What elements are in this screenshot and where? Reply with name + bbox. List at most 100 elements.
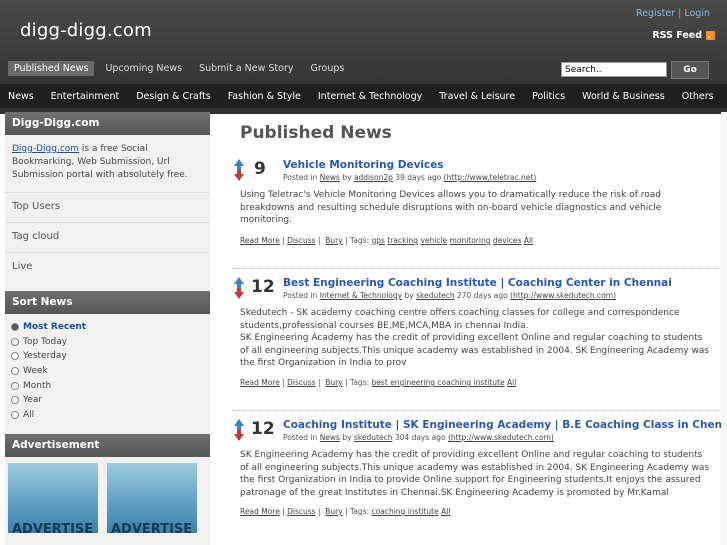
vote-down-icon[interactable] [234,430,244,441]
radio-icon [11,396,19,405]
story-user-link[interactable]: skedutech [354,433,393,442]
category-fashion-style[interactable]: Fashion & Style [228,91,301,102]
vote-up-icon[interactable] [234,159,244,170]
account-links: Register | Login [636,8,710,19]
meta-text: by [402,291,417,300]
story-source-url[interactable]: (http://www.skedutech.com) [510,291,616,300]
story-title[interactable]: Vehicle Monitoring Devices [283,159,444,171]
intro-site-link[interactable]: Digg-Digg.com [12,144,79,154]
discuss-link[interactable]: Discuss [287,378,315,387]
sort-label: All [23,409,35,420]
read-more-link[interactable]: Read More [240,378,280,387]
category-design-crafts[interactable]: Design & Crafts [136,91,210,102]
main-content: Published News 9 Vehicle Monitoring Devi… [232,112,727,516]
advertisement-heading: Advertisement [5,434,210,458]
subnav-published-news[interactable]: Published News [8,61,95,76]
sidebar: Digg-Digg.com Digg-Digg.com is a free So… [5,112,210,545]
sidebar-link-top-users[interactable]: Top Users [5,192,210,222]
ad-text: ADVERTISE [111,522,193,534]
search-input[interactable] [561,62,667,77]
rss-feed-link[interactable]: RSS Feed [652,30,715,41]
story-category-link[interactable]: Internet & Technology [320,291,402,300]
category-politics[interactable]: Politics [532,91,565,102]
sidebar-link-live[interactable]: Live [5,252,210,282]
story-meta: Posted in News by skedutech 304 days ago… [283,433,554,442]
rss-label: RSS Feed [652,30,702,41]
sort-top-today[interactable]: Top Today [11,335,203,350]
tags-label: Tags: [350,378,370,387]
sidebar-site-title: Digg-Digg.com [5,112,210,135]
tag-link[interactable]: monitoring [450,236,491,245]
ad-banner[interactable]: ADVERTISE [107,463,197,534]
subnav-submit-story[interactable]: Submit a New Story [193,61,299,76]
search-go-button[interactable]: Go [671,61,709,79]
story-title[interactable]: Coaching Institute | SK Engineering Acad… [283,419,727,431]
sort-year[interactable]: Year [11,393,203,408]
sort-month[interactable]: Month [11,378,203,393]
story-user-link[interactable]: skedutech [416,291,455,300]
site-logo[interactable]: digg-digg.com [20,20,152,41]
radio-icon [11,367,19,376]
sort-label: Yesterday [23,351,67,362]
subnav-groups[interactable]: Groups [305,61,351,76]
vote-up-icon[interactable] [234,277,244,288]
category-others[interactable]: Others [682,91,714,102]
story-title[interactable]: Best Engineering Coaching Institute | Co… [283,277,672,289]
category-news[interactable]: News [8,91,34,102]
discuss-link[interactable]: Discuss [287,507,315,516]
tags-label: Tags: [350,507,370,516]
read-more-link[interactable]: Read More [240,236,280,245]
tag-link[interactable]: gps [372,236,385,245]
vote-down-icon[interactable] [234,288,244,299]
category-travel-leisure[interactable]: Travel & Leisure [439,91,515,102]
story-user-link[interactable]: addison2p [354,173,393,182]
login-link[interactable]: Login [684,8,710,19]
story-divider [232,410,722,411]
story-source-url[interactable]: (http://www.skedutech.com) [448,433,554,442]
story-body: Skedutech - SK academy coaching centre o… [240,308,710,368]
story-age: 39 days ago [392,173,444,182]
page-scrollbar[interactable] [721,112,727,545]
sidebar-link-tag-cloud[interactable]: Tag cloud [5,222,210,252]
vote-up-icon[interactable] [234,419,244,430]
tag-link[interactable]: All [524,236,533,245]
bury-link[interactable]: Bury [325,236,342,245]
story-meta: Posted in News by addison2p 39 days ago … [283,173,536,182]
story-meta: Posted in Internet & Technology by skedu… [283,291,616,300]
story-category-link[interactable]: News [320,173,340,182]
category-internet-technology[interactable]: Internet & Technology [318,91,422,102]
tag-link[interactable]: All [507,378,516,387]
meta-text: Posted in [283,433,320,442]
vote-down-icon[interactable] [234,170,244,181]
site-header: digg-digg.com Register | Login RSS Feed … [0,0,727,114]
tag-link[interactable]: best engineering coaching institute [372,378,505,387]
story-category-link[interactable]: News [320,433,340,442]
bury-link[interactable]: Bury [325,378,342,387]
sort-all[interactable]: All [11,408,203,423]
tag-link[interactable]: coaching institute [372,507,439,516]
read-more-link[interactable]: Read More [240,507,280,516]
page-title: Published News [240,123,392,143]
category-world-business[interactable]: World & Business [582,91,665,102]
category-entertainment[interactable]: Entertainment [51,91,120,102]
sort-yesterday[interactable]: Yesterday [11,349,203,364]
discuss-link[interactable]: Discuss [287,236,315,245]
ad-banner[interactable]: ADVERTISE [8,463,98,534]
tag-link[interactable]: tracking [387,236,418,245]
site-intro: Digg-Digg.com is a free Social Bookmarki… [5,135,210,192]
ad-text: ADVERTISE [12,522,94,534]
subnav-upcoming-news[interactable]: Upcoming News [99,61,188,76]
story-source-url[interactable]: (http://www.teletrac.net) [444,173,537,182]
meta-text: by [339,433,354,442]
sort-most-recent[interactable]: Most Recent [11,320,203,335]
story-body: Using Teletrac's Vehicle Monitoring Devi… [240,190,662,225]
sort-label: Top Today [23,336,68,347]
bury-link[interactable]: Bury [325,507,342,516]
tag-link[interactable]: devices [493,236,522,245]
tag-link[interactable]: All [441,507,450,516]
vote-count: 9 [254,159,266,179]
tag-link[interactable]: vehicle [420,236,447,245]
sort-week[interactable]: Week [11,364,203,379]
register-link[interactable]: Register [636,8,675,19]
story-body: SK Engineering Academy has the credit of… [240,450,710,498]
